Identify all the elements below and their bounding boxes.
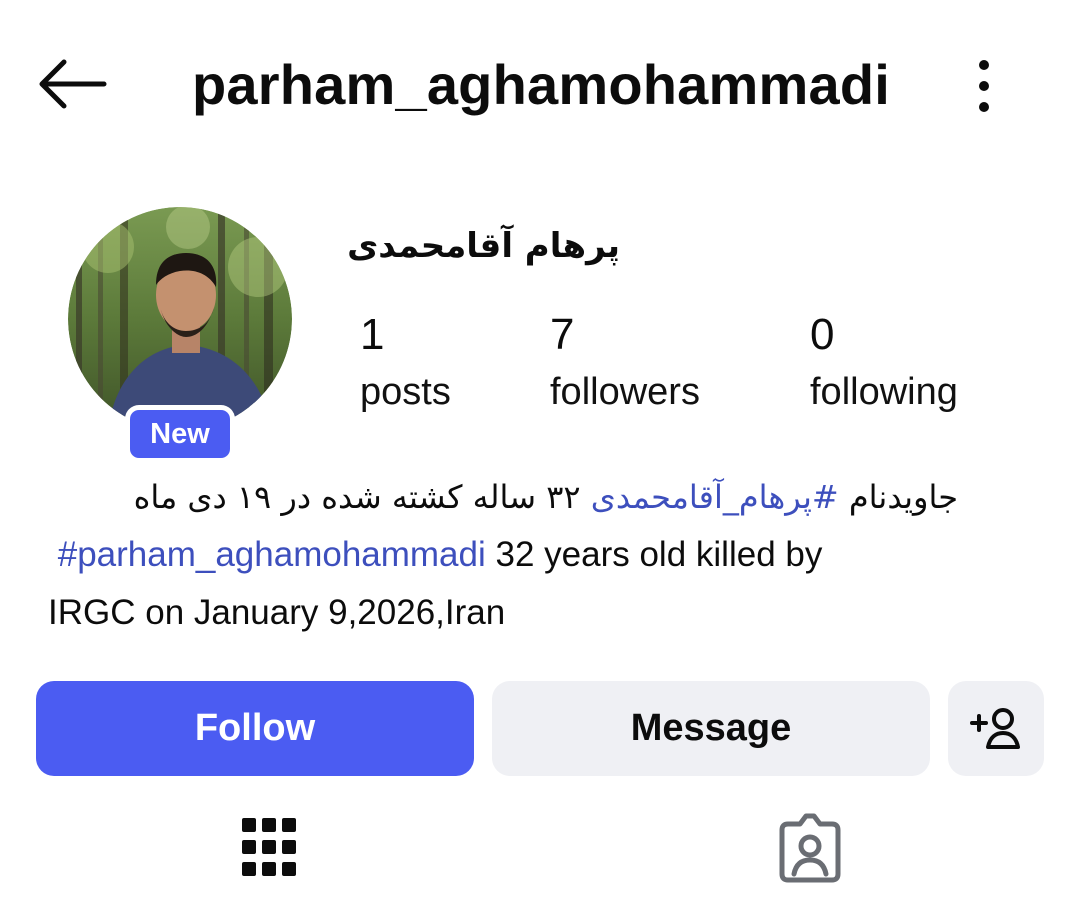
- profile-bio: جاویدنام #پرهام_آقامحمدی ۳۲ ساله کشته شد…: [48, 468, 1048, 642]
- posts-stat[interactable]: 1 posts: [360, 310, 451, 418]
- bio-english-line-1: #parham_aghamohammadi 32 years old kille…: [48, 526, 1048, 584]
- follow-button[interactable]: Follow: [36, 681, 474, 776]
- bio-fa-suffix: ۳۲ ساله کشته شده در ۱۹ دی ماه: [133, 478, 591, 516]
- tab-posts-grid[interactable]: [242, 812, 298, 887]
- back-button[interactable]: [36, 58, 108, 110]
- posts-label: posts: [360, 371, 451, 413]
- grid-icon: [242, 818, 296, 876]
- top-bar: parham_aghamohammadi: [0, 0, 1080, 170]
- add-user-icon: [970, 707, 1020, 749]
- followers-count: 7: [550, 310, 575, 359]
- bio-fa-hashtag[interactable]: #پرهام_آقامحمدی: [591, 478, 839, 516]
- new-badge: New: [130, 410, 230, 458]
- suggest-users-button[interactable]: [948, 681, 1044, 776]
- tab-tagged[interactable]: [776, 812, 844, 889]
- followers-stat[interactable]: 7 followers: [550, 310, 700, 418]
- following-stat[interactable]: 0 following: [810, 310, 958, 418]
- followers-label: followers: [550, 371, 700, 413]
- bio-fa-prefix: جاویدنام: [838, 478, 958, 516]
- arrow-left-icon: [39, 59, 107, 109]
- bio-en-line1-text: 32 years old killed by: [485, 535, 823, 574]
- message-button[interactable]: Message: [492, 681, 930, 776]
- more-vertical-icon: [979, 60, 989, 112]
- bio-en-hashtag[interactable]: #parham_aghamohammadi: [58, 535, 486, 574]
- more-options-button[interactable]: [964, 56, 1004, 116]
- following-count: 0: [810, 310, 835, 359]
- tagged-user-icon: [779, 813, 841, 883]
- profile-full-name: پرهام آقامحمدی: [347, 226, 620, 266]
- profile-page: parham_aghamohammadi New پرهام آقامحمدی …: [0, 0, 1080, 897]
- posts-count: 1: [360, 310, 385, 359]
- following-label: following: [810, 371, 958, 413]
- bio-persian-line: جاویدنام #پرهام_آقامحمدی ۳۲ ساله کشته شد…: [48, 468, 958, 526]
- avatar[interactable]: [68, 207, 292, 431]
- profile-username: parham_aghamohammadi: [192, 53, 890, 116]
- profile-photo: [68, 207, 292, 431]
- bio-english-line-2: IRGC on January 9,2026,Iran: [48, 593, 506, 632]
